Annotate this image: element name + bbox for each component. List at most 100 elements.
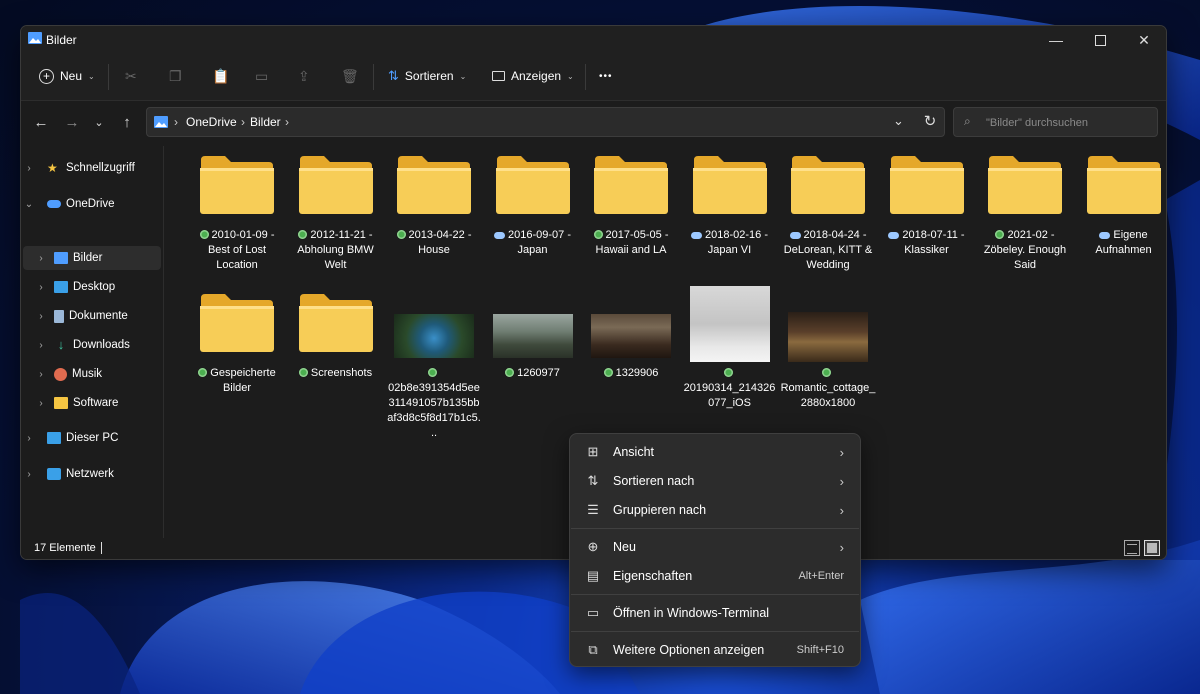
paste-button[interactable]: 📋: [212, 62, 229, 90]
context-item-open-terminal[interactable]: ▭ Öffnen in Windows-Terminal: [574, 599, 856, 627]
share-button[interactable]: ⇪: [298, 62, 310, 90]
window-title: Bilder: [46, 33, 77, 47]
context-item-sort-by[interactable]: ⇅ Sortieren nach ›: [574, 467, 856, 495]
view-button[interactable]: Anzeigen ⌄: [492, 62, 574, 90]
context-item-new[interactable]: ⊕ Neu ›: [574, 533, 856, 561]
chevron-right-icon: ›: [39, 339, 43, 351]
file-item[interactable]: 2021-02 - Zöbeley. Enough Said: [973, 146, 1077, 276]
address-history-dropdown[interactable]: ⌄: [893, 113, 904, 129]
synced-check-icon: [593, 230, 603, 239]
file-item[interactable]: 2018-07-11 - Klassiker: [875, 146, 979, 276]
new-button[interactable]: + Neu ⌄: [39, 62, 95, 90]
folder-icon: [593, 154, 669, 214]
sidebar-item-desktop[interactable]: › Desktop: [23, 275, 161, 299]
file-name: Screenshots: [284, 366, 388, 381]
context-item-properties[interactable]: ▤ Eigenschaften Alt+Enter: [574, 562, 856, 590]
delete-button[interactable]: 🗑: [341, 62, 359, 90]
file-item[interactable]: 2013-04-22 - House: [382, 146, 486, 276]
copy-icon: ❐: [169, 67, 182, 84]
chevron-right-icon: ›: [39, 310, 43, 322]
sort-button[interactable]: ⇅ Sortieren ⌄: [388, 62, 466, 90]
synced-check-icon: [995, 230, 1005, 239]
forward-button[interactable]: →: [61, 111, 83, 133]
download-arrow-icon: ↓: [57, 337, 65, 352]
sidebar-item-onedrive[interactable]: ⌄ OneDrive: [23, 192, 161, 216]
context-item-label: Gruppieren nach: [613, 503, 707, 517]
breadcrumb-bilder[interactable]: Bilder: [250, 115, 281, 129]
sidebar-item-dokumente[interactable]: › Dokumente: [23, 304, 161, 328]
back-button[interactable]: ←: [30, 111, 52, 133]
sidebar-item-bilder[interactable]: › Bilder: [23, 246, 161, 270]
chevron-right-icon: ›: [39, 397, 43, 409]
search-input[interactable]: [984, 113, 1153, 133]
title-bar[interactable]: Bilder — ✕: [21, 26, 1166, 54]
file-name-text: 2010-01-09 - Best of Lost Location: [207, 229, 275, 271]
monitor-icon: [492, 71, 505, 81]
context-item-view[interactable]: ⊞ Ansicht ›: [574, 438, 856, 466]
group-icon: ☰: [587, 502, 599, 517]
sidebar-item-this-pc[interactable]: › Dieser PC: [23, 426, 161, 450]
file-item[interactable]: Gespeicherte Bilder: [185, 284, 289, 414]
file-item[interactable]: 2018-04-24 - DeLorean, KITT & Wedding: [776, 146, 880, 276]
file-name-text: Gespeicherte Bilder: [210, 367, 276, 394]
recent-locations-button[interactable]: ⌄: [88, 111, 110, 133]
file-item[interactable]: 2017-05-05 - Hawaii and LA: [579, 146, 683, 276]
file-item[interactable]: 20190314_214326077_iOS: [678, 284, 782, 414]
file-item[interactable]: Eigene Aufnahmen: [1072, 146, 1167, 276]
minimize-button[interactable]: —: [1034, 26, 1078, 54]
context-item-label: Ansicht: [613, 445, 654, 459]
context-item-label: Neu: [613, 540, 636, 554]
sidebar-item-network[interactable]: › Netzwerk: [23, 462, 161, 486]
refresh-button[interactable]: ↻: [919, 110, 941, 132]
sidebar-item-musik[interactable]: › Musik: [23, 362, 161, 386]
cut-button[interactable]: ✂: [125, 62, 137, 90]
chevron-right-icon: ›: [39, 281, 43, 293]
sidebar-item-label: Desktop: [73, 281, 116, 293]
item-count: 17 Elemente: [34, 542, 96, 554]
file-name: Romantic_cottage_2880x1800: [776, 366, 880, 411]
share-icon: ⇪: [298, 67, 310, 84]
file-item[interactable]: 2018-02-16 - Japan VI: [678, 146, 782, 276]
close-button[interactable]: ✕: [1122, 26, 1166, 54]
context-item-group-by[interactable]: ☰ Gruppieren nach ›: [574, 496, 856, 524]
copy-button[interactable]: ❐: [169, 62, 182, 90]
large-icons-view-button[interactable]: [1144, 540, 1160, 556]
file-item[interactable]: 2016-09-07 - Japan: [481, 146, 585, 276]
context-separator: [571, 631, 859, 632]
file-item[interactable]: Romantic_cottage_2880x1800: [776, 284, 880, 414]
sidebar-item-label: Software: [73, 397, 119, 409]
folder-icon: [298, 292, 374, 352]
more-button[interactable]: •••: [599, 62, 613, 90]
details-view-button[interactable]: [1124, 540, 1140, 556]
folder-icon: [396, 154, 472, 214]
sidebar-item-downloads[interactable]: › ↓ Downloads: [23, 333, 161, 357]
maximize-button[interactable]: [1078, 26, 1122, 54]
chevron-right-icon: ›: [27, 468, 31, 480]
context-separator: [571, 528, 859, 529]
image-thumbnail: [689, 286, 770, 362]
rename-button[interactable]: ▭: [255, 62, 268, 90]
file-item[interactable]: 02b8e391354d5ee311491057b135bbaf3d8c5f8d…: [382, 284, 486, 439]
file-item[interactable]: 1260977: [481, 284, 585, 414]
folder-icon: [54, 397, 68, 409]
pictures-folder-icon: [154, 116, 168, 128]
pictures-folder-icon: [28, 32, 42, 44]
file-item[interactable]: Screenshots: [284, 284, 388, 414]
context-menu: ⊞ Ansicht › ⇅ Sortieren nach › ☰ Gruppie…: [569, 433, 861, 667]
file-name: 2018-02-16 - Japan VI: [678, 228, 782, 258]
file-item[interactable]: 1329906: [579, 284, 683, 414]
folder-icon: [790, 154, 866, 214]
file-name-text: 1260977: [517, 367, 560, 379]
file-name: 2018-04-24 - DeLorean, KITT & Wedding: [776, 228, 880, 273]
up-button[interactable]: ↑: [116, 111, 138, 133]
file-item[interactable]: 2012-11-21 - Abholung BMW Welt: [284, 146, 388, 276]
details-view-icon: [1127, 544, 1137, 554]
document-icon: [54, 309, 64, 323]
breadcrumb-onedrive[interactable]: OneDrive: [186, 115, 237, 129]
sidebar-item-label: OneDrive: [66, 198, 115, 210]
file-item[interactable]: 2010-01-09 - Best of Lost Location: [185, 146, 289, 276]
context-item-more-options[interactable]: ⧉ Weitere Optionen anzeigen Shift+F10: [574, 636, 856, 664]
sidebar-item-quick-access[interactable]: › ★ Schnellzugriff: [23, 156, 161, 180]
sidebar-item-software[interactable]: › Software: [23, 391, 161, 415]
address-bar[interactable]: › OneDrive › Bilder › ⌄: [146, 107, 945, 137]
